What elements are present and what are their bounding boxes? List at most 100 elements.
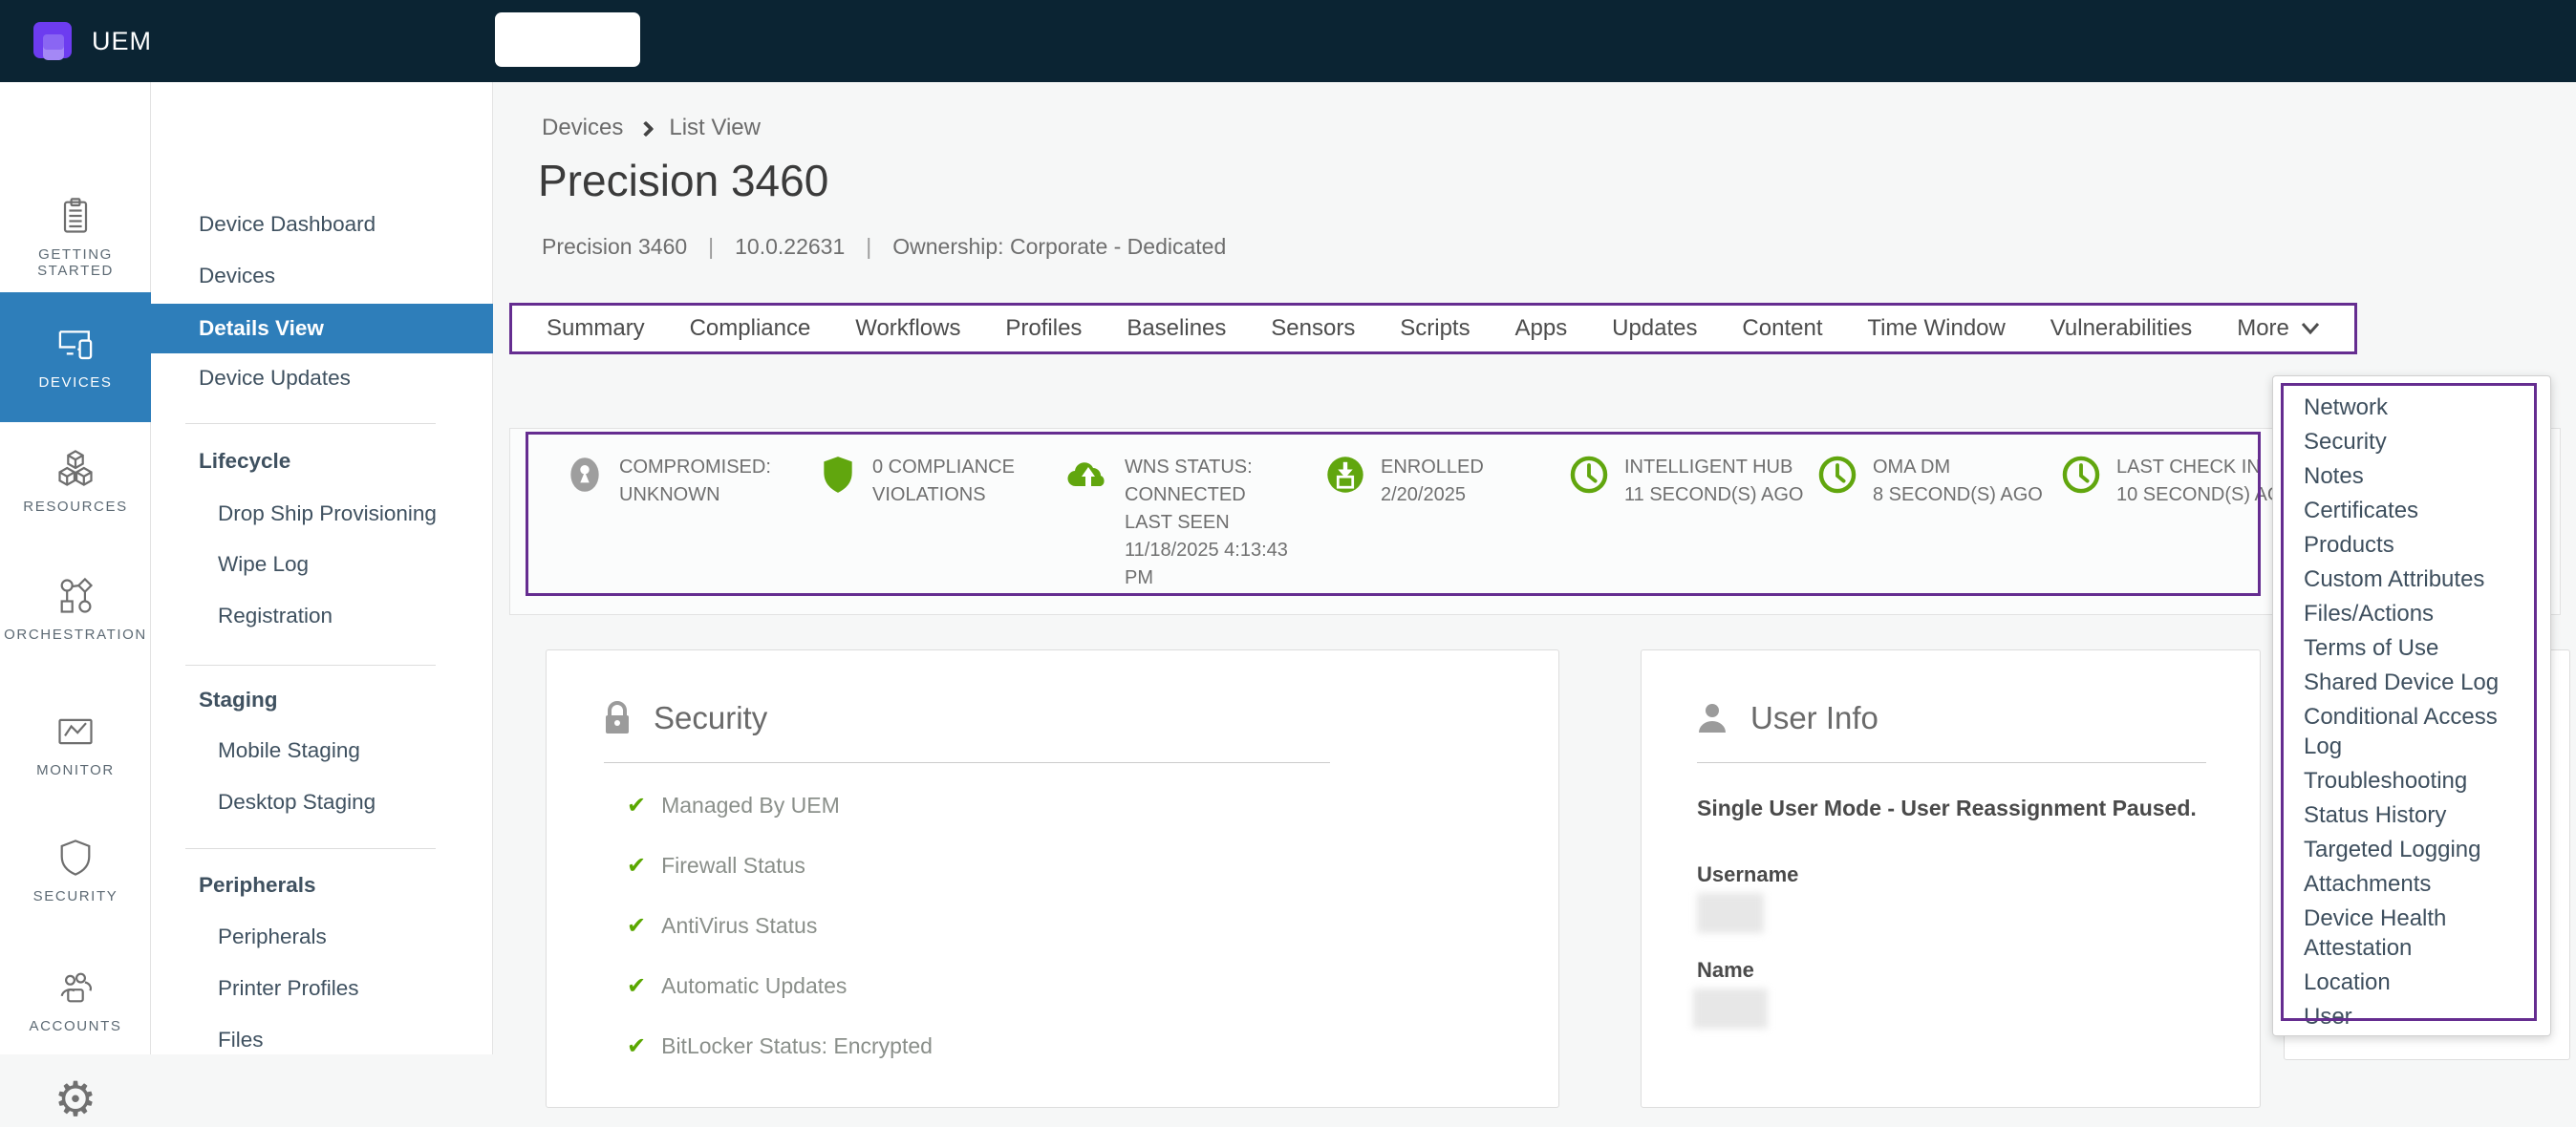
menu-item-location[interactable]: Location (2304, 968, 2525, 997)
tab-baselines[interactable]: Baselines (1127, 315, 1226, 342)
tab-sensors[interactable]: Sensors (1271, 315, 1355, 342)
rail-item-devices[interactable]: DEVICES (0, 292, 151, 422)
menu-item-targeted-logging[interactable]: Targeted Logging (2304, 835, 2525, 864)
rail-item-getting-started[interactable]: GETTING STARTED (0, 193, 151, 279)
security-item-label: BitLocker Status: Encrypted (661, 1033, 933, 1059)
tab-profiles[interactable]: Profiles (1005, 315, 1082, 342)
menu-item-terms-of-use[interactable]: Terms of Use (2304, 633, 2525, 663)
security-item: Firewall Status (627, 852, 805, 879)
compromised-icon (565, 454, 605, 496)
nav-drop-ship-provisioning[interactable]: Drop Ship Provisioning (151, 501, 493, 526)
card-title: Security (654, 700, 767, 736)
tab-apps[interactable]: Apps (1515, 315, 1568, 342)
tab-compliance[interactable]: Compliance (690, 315, 811, 342)
nav-files[interactable]: Files (151, 1028, 493, 1053)
nav-device-dashboard[interactable]: Device Dashboard (151, 212, 493, 237)
nav-registration[interactable]: Registration (151, 604, 493, 628)
resources-icon (0, 445, 151, 491)
devices-icon (0, 321, 151, 367)
nav-devices[interactable]: Devices (151, 264, 493, 288)
chevron-right-icon (638, 120, 655, 137)
menu-item-network[interactable]: Network (2304, 393, 2525, 422)
menu-item-security[interactable]: Security (2304, 427, 2525, 457)
security-item-label: Automatic Updates (661, 973, 847, 999)
menu-item-troubleshooting[interactable]: Troubleshooting (2304, 766, 2525, 796)
rail-label: ACCOUNTS (0, 1018, 151, 1034)
accounts-icon (0, 965, 151, 1010)
clock-icon (2060, 454, 2102, 496)
nav-mobile-staging[interactable]: Mobile Staging (151, 738, 493, 763)
menu-item-user[interactable]: User (2304, 1002, 2525, 1031)
orchestration-icon (0, 573, 151, 619)
nav-divider (185, 423, 436, 424)
security-item: BitLocker Status: Encrypted (627, 1032, 933, 1059)
username-value-redacted (1697, 893, 1764, 933)
rail-label: ORCHESTRATION (0, 627, 151, 643)
menu-item-attachments[interactable]: Attachments (2304, 869, 2525, 899)
breadcrumb-devices[interactable]: Devices (542, 115, 623, 141)
menu-item-files-actions[interactable]: Files/Actions (2304, 599, 2525, 628)
device-ownership: Ownership: Corporate - Dedicated (892, 234, 1226, 260)
security-item-label: Managed By UEM (661, 793, 840, 819)
tab-more[interactable]: More (2237, 315, 2320, 342)
nav-wipe-log[interactable]: Wipe Log (151, 552, 493, 577)
rail-item-orchestration[interactable]: ORCHESTRATION (0, 573, 151, 643)
person-icon (1697, 702, 1728, 734)
status-wns: WNS STATUS: CONNECTED LAST SEEN 11/18/20… (1066, 454, 1288, 592)
rail-item-monitor[interactable]: MONITOR (0, 709, 151, 778)
tab-workflows[interactable]: Workflows (855, 315, 960, 342)
menu-item-conditional-access-log[interactable]: Conditional Access Log (2304, 702, 2525, 761)
tab-time-window[interactable]: Time Window (1867, 315, 2005, 342)
breadcrumb-list-view[interactable]: List View (669, 115, 761, 141)
rail-label: SECURITY (0, 888, 151, 904)
more-menu-list: Network Security Notes Certificates Prod… (2304, 393, 2525, 1036)
menu-item-products[interactable]: Products (2304, 530, 2525, 560)
rail-item-security[interactable]: SECURITY (0, 835, 151, 904)
nav-device-updates[interactable]: Device Updates (151, 366, 493, 391)
device-subtitle: Precision 3460 | 10.0.22631 | Ownership:… (542, 234, 1226, 260)
top-bar: UEM (0, 0, 2576, 82)
tab-content[interactable]: Content (1742, 315, 1822, 342)
status-text: 0 COMPLIANCE VIOLATIONS (872, 454, 1015, 509)
tab-scripts[interactable]: Scripts (1400, 315, 1470, 342)
menu-item-notes[interactable]: Notes (2304, 461, 2525, 491)
more-dropdown-menu: Network Security Notes Certificates Prod… (2272, 375, 2551, 1036)
check-icon (627, 1032, 646, 1059)
nav-details-view[interactable]: Details View (151, 304, 493, 353)
rail-item-resources[interactable]: RESOURCES (0, 445, 151, 515)
status-text: INTELLIGENT HUB 11 SECOND(S) AGO (1624, 454, 1803, 509)
redacted-element (495, 12, 640, 67)
rail-item-accounts[interactable]: ACCOUNTS (0, 965, 151, 1034)
nav-printer-profiles[interactable]: Printer Profiles (151, 976, 493, 1001)
nav-divider (185, 665, 436, 666)
menu-item-shared-device-log[interactable]: Shared Device Log (2304, 668, 2525, 697)
check-icon (627, 852, 646, 879)
check-icon (627, 972, 646, 999)
single-user-mode-message: Single User Mode - User Reassignment Pau… (1697, 796, 2197, 821)
more-label: More (2237, 315, 2289, 342)
status-compliance: 0 COMPLIANCE VIOLATIONS (818, 454, 1015, 509)
rail-label: MONITOR (0, 762, 151, 778)
card-divider (1697, 762, 2206, 763)
username-label: Username (1697, 862, 1798, 887)
devices-submenu: Device Dashboard Devices Details View De… (151, 82, 493, 1054)
nav-desktop-staging[interactable]: Desktop Staging (151, 790, 493, 815)
tab-vulnerabilities[interactable]: Vulnerabilities (2050, 315, 2193, 342)
security-item: AntiVirus Status (627, 912, 817, 939)
tab-summary[interactable]: Summary (547, 315, 645, 342)
clock-icon (1816, 454, 1858, 496)
card-title: User Info (1750, 700, 1878, 736)
tab-updates[interactable]: Updates (1612, 315, 1697, 342)
gear-icon[interactable] (0, 1072, 151, 1127)
nav-section-lifecycle: Lifecycle (151, 449, 493, 474)
device-os-version: 10.0.22631 (735, 234, 845, 260)
menu-item-device-health-attestation[interactable]: Device Health Attestation (2304, 904, 2525, 963)
menu-item-certificates[interactable]: Certificates (2304, 496, 2525, 525)
clipboard-icon (0, 193, 151, 239)
nav-section-peripherals: Peripherals (151, 873, 493, 898)
nav-peripherals[interactable]: Peripherals (151, 925, 493, 949)
status-text: COMPROMISED: UNKNOWN (619, 454, 771, 509)
menu-item-custom-attributes[interactable]: Custom Attributes (2304, 564, 2525, 594)
menu-item-status-history[interactable]: Status History (2304, 800, 2525, 830)
rail-label: RESOURCES (0, 499, 151, 515)
